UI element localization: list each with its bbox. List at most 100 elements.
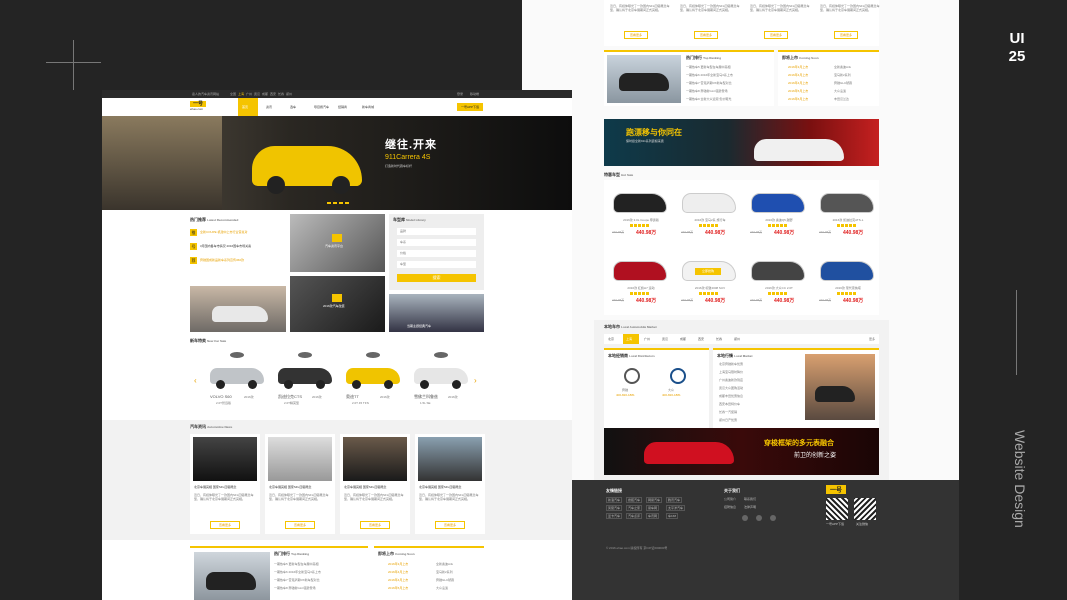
latest-item[interactable]: 推全新COUPE 机建中上市行业营总对 <box>190 228 286 240</box>
friend-link[interactable]: 汽车点评 <box>626 513 643 519</box>
city-tab[interactable]: 武汉 <box>662 337 668 341</box>
new-car-card[interactable]: 雪佛兰科鲁兹 2016款 1.5L SE <box>410 348 472 414</box>
nav-item[interactable]: 导目扬汽车 <box>314 105 329 109</box>
weibo-icon[interactable] <box>742 515 748 521</box>
city-link[interactable]: 广州 <box>246 92 252 96</box>
friend-link[interactable]: 车168 <box>666 513 679 519</box>
city-tab[interactable]: 西安 <box>698 337 704 341</box>
latest-card[interactable]: 汽车资讯平台 <box>290 214 385 272</box>
news-card[interactable]: 北京车展亮相 国家SFL四驱概念 近日，有媒体曝光了一款国内SFL四驱概念车型，确… <box>340 434 410 534</box>
market-item[interactable]: 上海宝马限时降价 <box>719 370 799 374</box>
more-button[interactable]: 查看更多 <box>285 521 315 529</box>
friend-link[interactable]: 车讯网 <box>646 513 660 519</box>
item-text: 奔驰国成新品新车系列宣传360款 <box>200 258 245 262</box>
more-button[interactable]: 查看更多 <box>834 31 858 39</box>
type-select[interactable]: 车型 <box>397 261 476 268</box>
old-price: 440.98万 <box>681 230 694 234</box>
news-card[interactable]: 北京车展亮相 国家SFL四驱概念 近日，有媒体曝光了一款国内SFL四驱概念车型，确… <box>265 434 335 534</box>
news-card[interactable]: 北京车展亮相 国家SFL四驱概念 近日，有媒体曝光了一款国内SFL四驱概念车型，确… <box>190 434 260 534</box>
latest-item[interactable]: 号 3月国内各车市情况 2016国车市场关案 <box>190 242 286 254</box>
latest-card-3[interactable]: 当期主题经典汽车 <box>389 294 484 332</box>
friend-link[interactable]: 腾讯汽车 <box>666 497 683 503</box>
friend-link[interactable]: 易车网 <box>646 505 660 511</box>
more-button[interactable]: 查看更多 <box>764 31 788 39</box>
friend-link[interactable]: 爱卡汽车 <box>606 513 623 519</box>
city-link[interactable]: 西安 <box>270 92 276 96</box>
hot-car-card[interactable]: 2016款 大众CC 2.0T 440.98万 440.98万 <box>746 254 810 316</box>
hero-banner[interactable]: 继往.开来 911Carrera 4S 打造新时代跑车标杆 <box>102 116 572 210</box>
nav-item[interactable]: 选车 <box>290 105 296 109</box>
search-button[interactable]: 搜索 <box>397 274 476 282</box>
city-tab[interactable]: 郑州 <box>734 337 740 341</box>
hot-car-card[interactable]: 2016款 红旗H7 运动 440.98万 440.98万 <box>608 254 672 316</box>
more-button[interactable]: 查看更多 <box>210 521 240 529</box>
market-item[interactable]: 郑州日产优惠 <box>719 418 799 422</box>
new-car-card[interactable]: VOLVO S60 2016款 2.0T智远版 <box>206 348 268 414</box>
vw-logo-icon <box>670 368 686 384</box>
city-tab[interactable]: 长春 <box>716 337 722 341</box>
friend-link[interactable]: 搜狐汽车 <box>626 497 643 503</box>
friend-link[interactable]: 太平洋汽车 <box>666 505 686 511</box>
market-item[interactable]: 西安本田特价车 <box>719 402 799 406</box>
news-headline: 北京车展亮相 国家SFL四驱概念 <box>344 485 387 489</box>
buy-now-button[interactable]: 立即抢购 <box>695 268 721 275</box>
city-link[interactable]: 全国 <box>230 92 236 96</box>
news-card[interactable]: 北京车展亮相 国家SFL四驱概念 近日，有媒体曝光了一款国内SFL四驱概念车型，确… <box>415 434 485 534</box>
car-name: 奥迪TT <box>346 394 359 399</box>
more-button[interactable]: 查看更多 <box>435 521 465 529</box>
friend-link[interactable]: 网易汽车 <box>646 497 663 503</box>
new-car-card[interactable]: 凯迪拉克CTS 2016款 2.0T精英型 <box>274 348 336 414</box>
city-tab[interactable]: 上海 <box>626 337 632 341</box>
nav-item[interactable]: 经销商 <box>338 105 347 109</box>
promo-banner-2[interactable]: 穿梭框架的多元表融合 前卫的创新之姿 <box>604 428 879 475</box>
hero-pager[interactable] <box>327 202 349 204</box>
more-link[interactable]: 更多 <box>869 337 875 341</box>
city-tab[interactable]: 成都 <box>680 337 686 341</box>
hot-car-card[interactable]: 2016款 凯迪拉克ATS-L 440.98万 440.98万 <box>815 186 879 248</box>
latest-card-2[interactable]: 2016款汽车改装 <box>290 276 385 332</box>
prev-arrow-icon[interactable]: ‹ <box>194 376 197 385</box>
new-car-card[interactable]: 奥迪TT 2016款 2.0T 45 TFSI <box>342 348 404 414</box>
wechat-icon[interactable] <box>756 515 762 521</box>
brand-select[interactable]: 品牌 <box>397 228 476 235</box>
city-link[interactable]: 上海 <box>238 92 244 96</box>
friend-link[interactable]: 汽车之家 <box>626 505 643 511</box>
market-item[interactable]: 长春一汽促销 <box>719 410 799 414</box>
hot-car-card[interactable]: 2016款 3.0L Coupe 尊贵版 440.98万 440.98万 <box>608 186 672 248</box>
next-arrow-icon[interactable]: › <box>474 376 477 385</box>
city-link[interactable]: 长春 <box>278 92 284 96</box>
nav-item[interactable]: 资讯 <box>266 105 272 109</box>
news-section: 汽车资讯 Automotive News 北京车展亮相 国家SFL四驱概念 近日，… <box>102 420 572 540</box>
market-item[interactable]: 广州奥迪新款到店 <box>719 378 799 382</box>
more-button[interactable]: 查看更多 <box>624 31 648 39</box>
latest-car-image[interactable] <box>190 286 286 332</box>
app-download-button[interactable]: 一号APP下载 <box>457 103 483 111</box>
city-link[interactable]: 成都 <box>262 92 268 96</box>
car-sub: 2.0T 45 TFSI <box>352 401 370 405</box>
price-select[interactable]: 价格 <box>397 250 476 257</box>
hot-car-card[interactable]: 2016款 现代索纳塔 440.98万 440.98万 <box>815 254 879 316</box>
hot-car-card[interactable]: 2016款 标致4008 SUV 440.98万 440.98万 立即抢购 <box>677 254 741 316</box>
city-tab[interactable]: 广州 <box>644 337 650 341</box>
promo-banner[interactable]: 跑漂移与你同在 保时捷全新911系列震撼来袭 <box>604 119 879 166</box>
nav-item[interactable]: 新车商城 <box>362 105 374 109</box>
brand-logo-icon <box>230 352 244 358</box>
latest-item[interactable]: 荐奔驰国成新品新车系列宣传360款 <box>190 256 286 268</box>
city-link[interactable]: 武汉 <box>254 92 260 96</box>
market-item[interactable]: 武汉大众团购活动 <box>719 386 799 390</box>
friend-link[interactable]: 新浪汽车 <box>606 497 623 503</box>
more-button[interactable]: 查看更多 <box>360 521 390 529</box>
market-item[interactable]: 北京奔驰新车优惠 <box>719 362 799 366</box>
friend-link[interactable]: 凤凰汽车 <box>606 505 623 511</box>
more-button[interactable]: 查看更多 <box>694 31 718 39</box>
hot-car-card[interactable]: 2016款 奥迪Q5 越野 440.98万 440.98万 <box>746 186 810 248</box>
series-select[interactable]: 车系 <box>397 239 476 246</box>
model-library: 车型库 Model Library 品牌 车系 价格 车型 搜索 <box>389 214 484 290</box>
city-link[interactable]: 郑州 <box>286 92 292 96</box>
qq-icon[interactable] <box>770 515 776 521</box>
hot-car-card[interactable]: 2016款 宝马2系 旅行车 440.98万 440.98万 <box>677 186 741 248</box>
city-tab[interactable]: 北京 <box>608 337 614 341</box>
logo[interactable]: 一号 ehao.com <box>190 101 207 111</box>
nav-item[interactable]: 首页 <box>242 105 248 109</box>
market-item[interactable]: 成都丰田优惠信息 <box>719 394 799 398</box>
